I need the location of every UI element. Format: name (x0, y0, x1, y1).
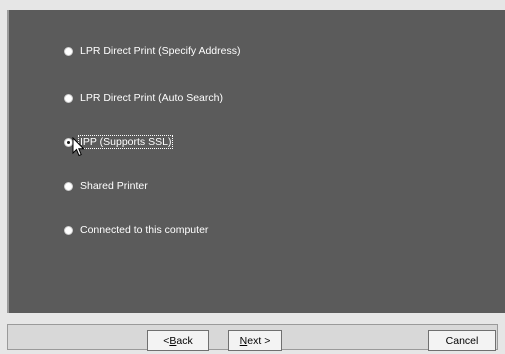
radio-button[interactable] (64, 181, 73, 191)
back-access-key: B (169, 334, 177, 347)
radio-button[interactable] (64, 93, 73, 103)
next-label-rest: ext > (247, 334, 271, 347)
radio-button[interactable] (64, 225, 73, 235)
option-connected-to-computer[interactable]: Connected to this computer (64, 221, 209, 239)
option-shared-printer[interactable]: Shared Printer (64, 177, 149, 195)
option-label: IPP (Supports SSL) (77, 135, 174, 149)
mouse-pointer-icon (72, 137, 85, 157)
option-label: LPR Direct Print (Auto Search) (80, 92, 223, 104)
back-label-rest: ack (176, 334, 193, 347)
back-button[interactable]: < Back (147, 330, 209, 351)
option-lpr-specify-address[interactable]: LPR Direct Print (Specify Address) (64, 42, 241, 60)
next-button[interactable]: Next > (228, 330, 282, 351)
cancel-button[interactable]: Cancel (428, 330, 496, 351)
option-label: LPR Direct Print (Specify Address) (80, 45, 241, 57)
radio-button[interactable] (64, 46, 73, 56)
option-lpr-auto-search[interactable]: LPR Direct Print (Auto Search) (64, 89, 224, 107)
next-access-key: N (239, 334, 248, 347)
option-label: Shared Printer (80, 180, 148, 192)
option-label: Connected to this computer (80, 224, 209, 236)
panel-left-edge (7, 10, 9, 313)
cancel-label: Cancel (445, 334, 479, 347)
